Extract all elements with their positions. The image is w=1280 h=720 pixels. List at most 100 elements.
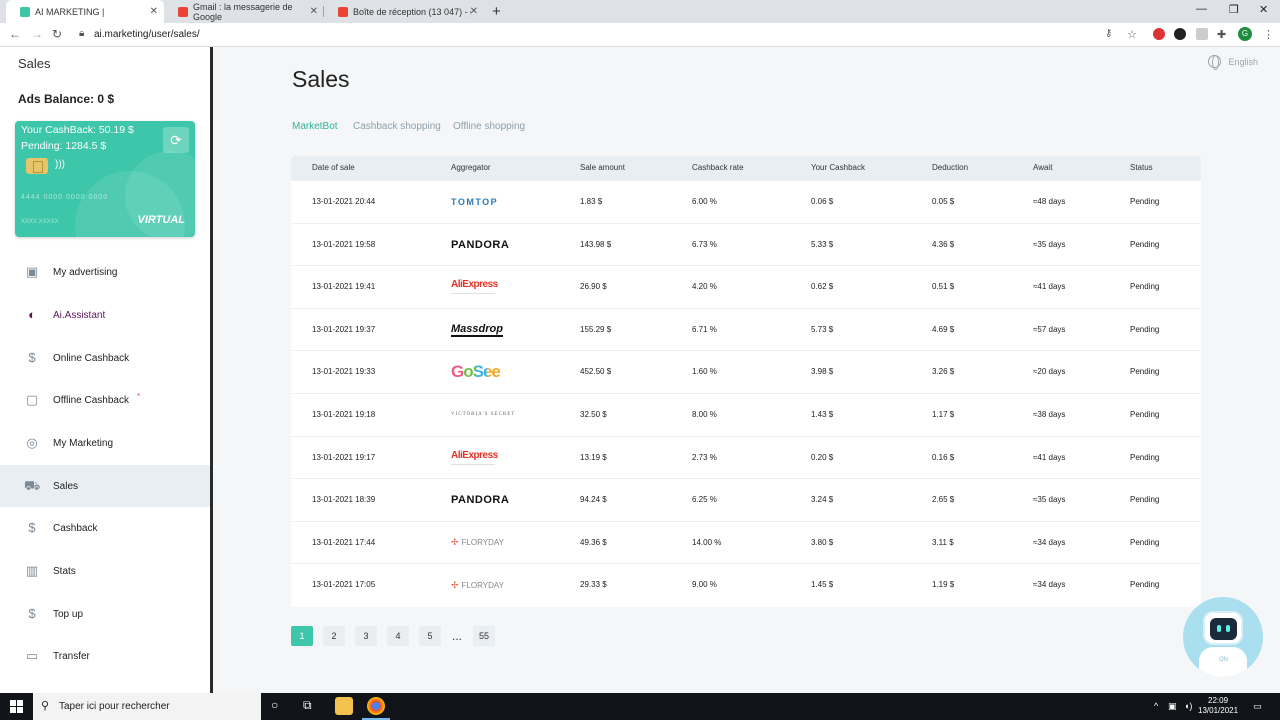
card-chip-icon: [26, 158, 48, 174]
bookmark-star-icon[interactable]: ☆: [1127, 28, 1139, 41]
aggregator-name: Massdrop: [451, 322, 503, 337]
cell-await: ≈57 days: [1033, 324, 1066, 334]
network-icon[interactable]: ▣: [1168, 701, 1177, 712]
tab-title: Gmail : la messagerie de Google: [193, 1, 293, 22]
page-button[interactable]: 4: [387, 626, 409, 646]
close-window-icon[interactable]: ✕: [1259, 3, 1268, 16]
page-button[interactable]: 5: [419, 626, 441, 646]
language-label: English: [1228, 56, 1258, 67]
extension-icon[interactable]: [1174, 28, 1186, 40]
cortana-icon[interactable]: ○: [271, 698, 278, 712]
sidebar-item-cashback[interactable]: $ Cashback: [0, 507, 210, 549]
clock-date: 13/01/2021: [1198, 706, 1239, 715]
cell-status: Pending: [1130, 409, 1160, 419]
table-row: 13-01-2021 19:18 VICTORIA'S SECRET 32.50…: [291, 394, 1201, 437]
column-header: Deduction: [932, 163, 969, 172]
menu-dots-icon[interactable]: ⋮: [1263, 28, 1275, 41]
column-header: Aggregator: [451, 163, 491, 172]
lock-icon[interactable]: 🔒︎: [79, 28, 84, 39]
sidebar-item-my-marketing[interactable]: ◎ My Marketing: [0, 422, 210, 464]
cell-status: Pending: [1130, 495, 1160, 505]
cell-cashback: 3.24 $: [811, 495, 834, 505]
table-row: 13-01-2021 19:41 AliExpress ——————————— 2…: [291, 266, 1201, 309]
taskbar-search[interactable]: ⚲ Taper ici pour rechercher: [33, 693, 261, 720]
massdrop-logo: Massdrop: [451, 309, 503, 351]
page-button[interactable]: 2: [323, 626, 345, 646]
volume-icon[interactable]: ◖): [1184, 701, 1192, 711]
subtab-marketbot[interactable]: MarketBot: [292, 121, 338, 132]
sales-table: Date of sale Aggregator Sale amount Cash…: [291, 156, 1201, 607]
notifications-icon[interactable]: ▭: [1253, 701, 1262, 712]
subtab-cashback-shopping[interactable]: Cashback shopping: [353, 121, 441, 132]
url-text[interactable]: ai.marketing/user/sales/: [94, 29, 200, 40]
page-button[interactable]: 55: [473, 626, 495, 646]
windows-start-icon[interactable]: [10, 700, 23, 713]
file-explorer-icon[interactable]: [335, 697, 353, 715]
bot-tag: ON: [1219, 657, 1228, 663]
page-button[interactable]: 1: [291, 626, 313, 646]
close-tab-icon[interactable]: ✕: [150, 6, 158, 17]
maximize-icon[interactable]: ❐: [1229, 3, 1239, 16]
subtab-offline-shopping[interactable]: Offline shopping: [453, 121, 525, 132]
card-number: 4444 0000 0000 0000: [21, 194, 109, 201]
bag-icon: ▢: [25, 392, 39, 407]
cell-date: 13-01-2021 19:58: [312, 239, 376, 249]
forward-icon[interactable]: →: [31, 27, 43, 41]
card-cashback: Your CashBack: 50.19 $: [21, 124, 134, 136]
sidebar-item-top-up[interactable]: $ Top up: [0, 593, 210, 635]
cell-deduction: 3.26 $: [932, 367, 955, 377]
cell-amount: 26.90 $: [580, 282, 607, 292]
extension-icon[interactable]: [1196, 28, 1208, 40]
task-view-icon[interactable]: ⧉: [303, 698, 312, 713]
chrome-icon[interactable]: [367, 697, 385, 715]
assistant-bot-button[interactable]: ON: [1183, 597, 1263, 677]
sidebar-item-transfer[interactable]: ▭ Transfer: [0, 635, 210, 677]
sidebar-title: Sales: [18, 56, 51, 71]
cell-amount: 143.98 $: [580, 239, 612, 249]
windows-taskbar: ⚲ Taper ici pour rechercher ○ ⧉ ^ ▣ ◖) 2…: [0, 693, 1280, 720]
tab-ai-marketing[interactable]: AI MARKETING | ✕: [6, 0, 164, 23]
key-icon[interactable]: ⚷: [1105, 28, 1117, 40]
sidebar-item-sales[interactable]: ⛟ Sales: [0, 465, 210, 507]
ai-marketing-favicon-icon: [20, 6, 30, 17]
floryday-logo: ✢ FLORYDAY: [451, 522, 504, 564]
aggregator-name: PANDORA: [451, 494, 510, 507]
cell-deduction: 4.36 $: [932, 239, 955, 249]
tab-gmail[interactable]: Gmail : la messagerie de Google ✕: [164, 0, 324, 23]
minimize-icon[interactable]: —: [1196, 3, 1207, 15]
table-row: 13-01-2021 19:17 AliExpress ——————————— 1…: [291, 437, 1201, 480]
page-title: Sales: [292, 66, 350, 92]
sidebar-item-offline-cashback[interactable]: ▢ Offline Cashback *: [0, 379, 210, 421]
cell-rate: 1.60 %: [692, 367, 717, 377]
back-icon[interactable]: ←: [9, 27, 21, 41]
card-pending: Pending: 1284.5 $: [21, 140, 107, 152]
tray-chevron-icon[interactable]: ^: [1154, 701, 1158, 711]
new-tab-button[interactable]: +: [492, 3, 501, 20]
puzzle-icon[interactable]: ✚: [1217, 28, 1229, 41]
cell-deduction: 1.19 $: [932, 580, 955, 590]
sidebar-item-online-cashback[interactable]: $ Online Cashback: [0, 337, 210, 379]
extension-icon[interactable]: [1153, 28, 1165, 40]
refresh-icon[interactable]: ⟳: [163, 127, 189, 153]
close-tab-icon[interactable]: ✕: [470, 6, 478, 17]
cell-amount: 32.50 $: [580, 409, 607, 419]
aliexpress-tagline-decoration: ———————————: [451, 460, 495, 466]
cell-amount: 1.83 $: [580, 197, 603, 206]
language-selector[interactable]: English: [1208, 55, 1258, 70]
sidebar-item-ai-assistant[interactable]: ◐ Ai.Assistant: [0, 294, 210, 336]
sidebar-item-label: Transfer: [53, 650, 90, 662]
page-button[interactable]: 3: [355, 626, 377, 646]
taskbar-clock[interactable]: 22:09 13/01/2021: [1198, 696, 1238, 716]
card-virtual-label: VIRTUAL: [137, 214, 185, 226]
cell-amount: 94.24 $: [580, 495, 607, 505]
sidebar-item-stats[interactable]: ▥ Stats: [0, 550, 210, 592]
tab-inbox[interactable]: Boîte de réception (13 047) - gre ✕: [324, 0, 484, 23]
reload-icon[interactable]: ↻: [52, 27, 62, 41]
cell-amount: 452.50 $: [580, 367, 612, 377]
profile-avatar-icon[interactable]: G: [1238, 27, 1252, 41]
cell-rate: 8.00 %: [692, 409, 717, 419]
search-icon: ⚲: [41, 700, 50, 712]
close-tab-icon[interactable]: ✕: [310, 6, 318, 17]
sidebar-item-my-advertising[interactable]: ▣ My advertising: [0, 251, 210, 293]
table-row: 13-01-2021 20:44 TOMTOP 1.83 $ 6.00 % 0.…: [291, 181, 1201, 224]
